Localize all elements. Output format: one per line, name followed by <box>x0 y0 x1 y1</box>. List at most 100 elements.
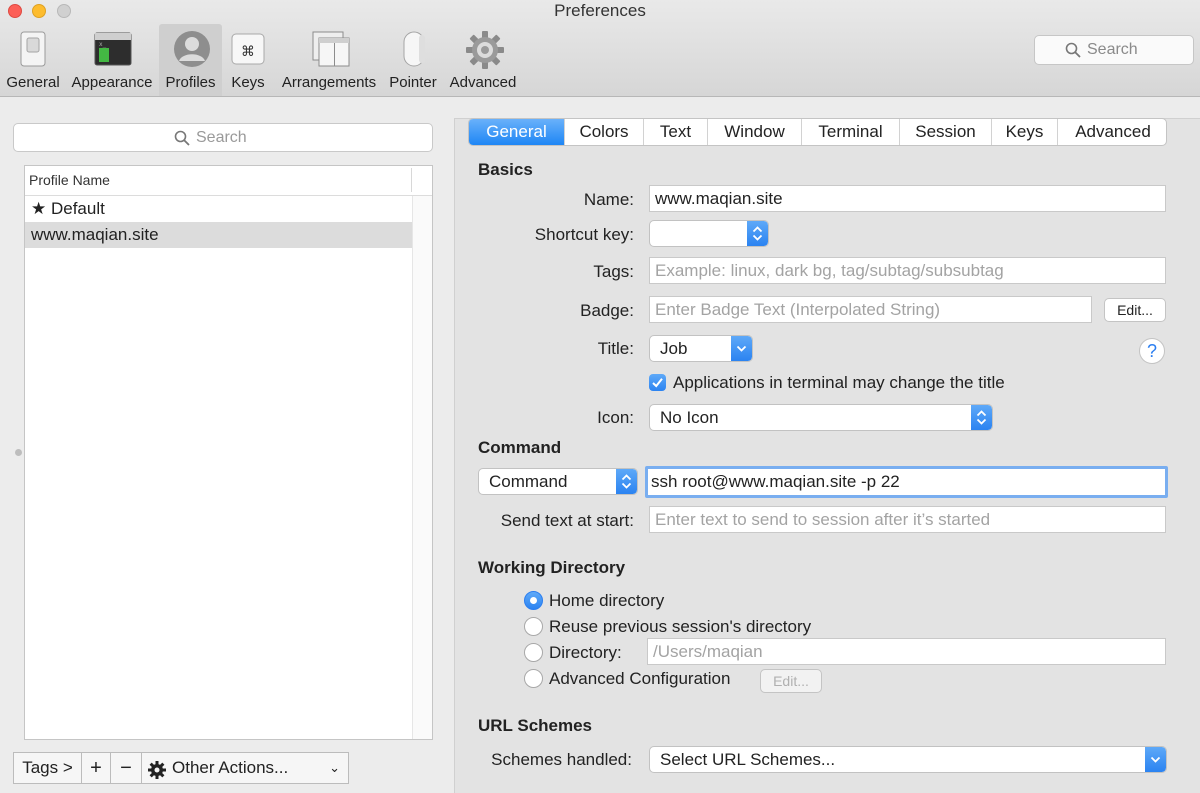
tab-general[interactable]: General <box>469 119 565 145</box>
split-view-handle[interactable] <box>15 449 22 456</box>
icon-popup[interactable]: No Icon <box>649 404 993 431</box>
custom-directory-label[interactable]: Directory: <box>549 643 622 663</box>
shortcut-key-popup[interactable] <box>649 220 769 247</box>
profile-list-header[interactable]: Profile Name <box>25 166 432 196</box>
column-divider[interactable] <box>411 168 412 192</box>
url-schemes-value: Select URL Schemes... <box>660 750 836 769</box>
name-label: Name: <box>583 190 634 209</box>
section-basics-heading: Basics <box>478 160 533 179</box>
toolbar-search-input[interactable] <box>1087 40 1187 60</box>
profile-search-input[interactable] <box>196 128 416 148</box>
toolbar-label: Keys <box>231 74 265 91</box>
send-text-label: Send text at start: <box>500 511 634 530</box>
tab-text[interactable]: Text <box>644 119 708 145</box>
general-switch-icon <box>15 30 51 68</box>
section-command-heading: Command <box>478 438 562 457</box>
gear-icon <box>148 759 166 789</box>
apps-change-title-label[interactable]: Applications in terminal may change the … <box>673 373 1005 393</box>
window-toolbar: Preferences General x_ Appearance Profil… <box>0 0 1200 97</box>
toolbar-item-advanced[interactable]: Advanced <box>446 24 520 96</box>
apps-change-title-checkbox[interactable] <box>649 374 666 391</box>
home-directory-label[interactable]: Home directory <box>549 591 664 611</box>
profile-list-scrollbar[interactable] <box>412 196 432 739</box>
pointer-mouse-icon <box>395 30 431 68</box>
toolbar-label: Pointer <box>389 74 437 91</box>
tags-field[interactable] <box>649 257 1166 284</box>
search-icon <box>174 130 190 151</box>
toolbar-search-field[interactable] <box>1034 35 1194 65</box>
svg-text:x_: x_ <box>99 41 107 48</box>
name-field[interactable] <box>649 185 1166 212</box>
remove-profile-button[interactable]: − <box>111 753 142 783</box>
help-button[interactable]: ? <box>1139 338 1165 364</box>
window-title: Preferences <box>554 1 646 20</box>
toolbar-label: Advanced <box>449 74 517 91</box>
chevron-down-icon <box>731 336 752 361</box>
add-profile-button[interactable]: + <box>82 753 111 783</box>
send-text-field[interactable] <box>649 506 1166 533</box>
url-schemes-popup[interactable]: Select URL Schemes... <box>649 746 1167 773</box>
updown-arrows-icon <box>616 469 637 494</box>
profile-actions-bar: Tags > + − Other Actions... ⌄ <box>13 752 349 784</box>
column-header-profile-name[interactable]: Profile Name <box>29 172 110 188</box>
profile-settings-panel <box>454 118 1200 793</box>
tab-keys[interactable]: Keys <box>992 119 1058 145</box>
directory-path-field[interactable] <box>647 638 1166 665</box>
profile-list: Profile Name ★ Default www.maqian.site <box>24 165 433 740</box>
chevron-down-icon: ⌄ <box>329 760 340 775</box>
appearance-window-icon: x_ <box>94 30 132 68</box>
profile-search-field[interactable] <box>13 123 433 152</box>
schemes-handled-label: Schemes handled: <box>491 750 632 769</box>
tags-label: Tags: <box>593 262 634 281</box>
tab-advanced[interactable]: Advanced <box>1058 119 1166 145</box>
checkmark-icon <box>652 378 663 388</box>
tab-colors[interactable]: Colors <box>565 119 644 145</box>
reuse-directory-radio[interactable] <box>524 617 543 636</box>
updown-arrows-icon <box>747 221 768 246</box>
toolbar-label: Appearance <box>71 74 153 91</box>
advanced-configuration-radio[interactable] <box>524 669 543 688</box>
advanced-gear-icon <box>465 30 504 69</box>
toolbar-item-appearance[interactable]: x_ Appearance <box>68 24 156 96</box>
badge-edit-button[interactable]: Edit... <box>1104 298 1166 322</box>
other-actions-menu[interactable]: Other Actions... ⌄ <box>142 753 348 783</box>
icon-label: Icon: <box>597 408 634 427</box>
toolbar-item-general[interactable]: General <box>4 24 62 96</box>
tab-session[interactable]: Session <box>900 119 992 145</box>
search-icon <box>1065 42 1081 63</box>
command-type-popup[interactable]: Command <box>478 468 638 495</box>
title-popup-value: Job <box>660 339 688 358</box>
profile-tabs: General Colors Text Window Terminal Sess… <box>468 118 1167 146</box>
toolbar-label: General <box>6 74 60 91</box>
home-directory-radio[interactable] <box>524 591 543 610</box>
title-label: Title: <box>597 339 634 358</box>
shortcut-key-label: Shortcut key: <box>534 225 634 244</box>
toolbar-item-keys[interactable]: ⌘ Keys <box>226 24 270 96</box>
tab-terminal[interactable]: Terminal <box>802 119 900 145</box>
title-popup[interactable]: Job <box>649 335 753 362</box>
section-working-directory-heading: Working Directory <box>478 558 626 577</box>
tab-window[interactable]: Window <box>708 119 802 145</box>
chevron-down-icon <box>1145 747 1166 772</box>
advanced-configuration-label[interactable]: Advanced Configuration <box>549 669 730 689</box>
tags-toggle-button[interactable]: Tags > <box>14 753 82 783</box>
badge-field[interactable] <box>649 296 1092 323</box>
command-field[interactable] <box>645 466 1168 498</box>
command-type-value: Command <box>489 472 568 491</box>
reuse-directory-label[interactable]: Reuse previous session's directory <box>549 617 811 637</box>
keys-command-icon: ⌘ <box>230 30 266 68</box>
custom-directory-radio[interactable] <box>524 643 543 662</box>
section-url-schemes-heading: URL Schemes <box>478 716 593 735</box>
toolbar-item-profiles[interactable]: Profiles <box>159 24 222 96</box>
arrangements-windows-icon <box>311 30 350 68</box>
toolbar-item-arrangements[interactable]: Arrangements <box>278 24 380 96</box>
toolbar-item-pointer[interactable]: Pointer <box>385 24 441 96</box>
profiles-user-icon <box>173 30 210 68</box>
profile-row-default[interactable]: ★ Default <box>25 196 412 222</box>
toolbar-label: Profiles <box>165 74 216 91</box>
badge-label: Badge: <box>580 301 634 320</box>
advanced-configuration-edit-button[interactable]: Edit... <box>760 669 822 693</box>
profile-row-maqian[interactable]: www.maqian.site <box>25 222 412 248</box>
updown-arrows-icon <box>971 405 992 430</box>
svg-text:⌘: ⌘ <box>241 44 255 60</box>
